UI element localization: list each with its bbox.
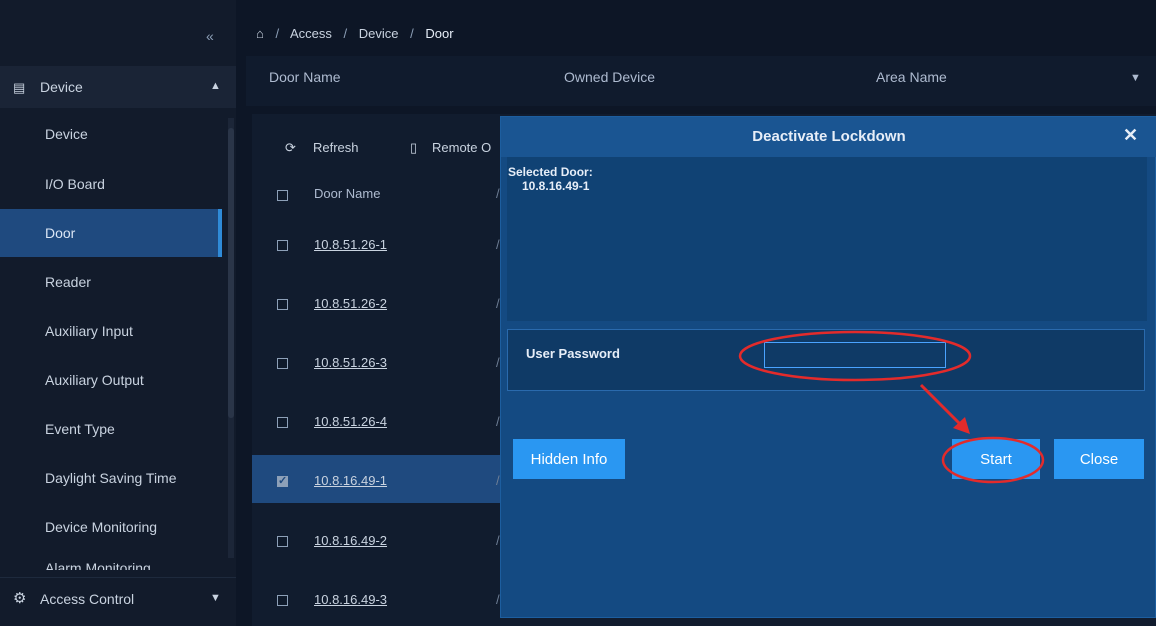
- sidebar-item-device[interactable]: Device: [0, 110, 222, 158]
- sidebar-item-alarm-monitoring[interactable]: Alarm Monitoring: [45, 560, 151, 570]
- home-icon[interactable]: ⌂: [256, 26, 264, 41]
- selected-door-panel: [507, 157, 1147, 321]
- sidebar-footer-label: Access Control: [40, 591, 135, 607]
- sidebar-item-auxiliary-output[interactable]: Auxiliary Output: [0, 356, 222, 404]
- sidebar-group-label: Device: [40, 79, 83, 95]
- row-checkbox[interactable]: [277, 358, 288, 369]
- row-checkbox[interactable]: [277, 299, 288, 310]
- door-name-link[interactable]: 10.8.16.49-2: [314, 533, 387, 548]
- selected-door-value: 10.8.16.49-1: [522, 179, 590, 193]
- sidebar-item-event-type[interactable]: Event Type: [0, 405, 222, 453]
- dialog-title: Deactivate Lockdown: [752, 128, 906, 145]
- filter-door-name[interactable]: Door Name: [269, 69, 341, 85]
- sidebar: « ▤ Device ▲ Device I/O Board Door Reade…: [0, 0, 236, 626]
- filter-area-name[interactable]: Area Name: [876, 69, 947, 85]
- sidebar-item-reader[interactable]: Reader: [0, 258, 222, 306]
- breadcrumb-separator: /: [275, 26, 280, 41]
- user-password-input[interactable]: [764, 342, 946, 368]
- filter-bar: Door Name Owned Device Area Name ▼: [246, 56, 1156, 106]
- start-button[interactable]: Start: [952, 439, 1040, 479]
- select-all-checkbox[interactable]: [277, 190, 288, 201]
- sidebar-group-access-control[interactable]: ⚙ Access Control ▼: [0, 577, 236, 622]
- remote-open-button[interactable]: Remote O: [432, 140, 491, 155]
- breadcrumb-separator: /: [410, 26, 414, 41]
- filter-owned-device[interactable]: Owned Device: [564, 69, 655, 85]
- breadcrumb-door: Door: [425, 26, 454, 41]
- device-icon: ▤: [13, 80, 26, 95]
- sidebar-item-auxiliary-input[interactable]: Auxiliary Input: [0, 307, 222, 355]
- deactivate-lockdown-dialog: Deactivate Lockdown ✕ Selected Door: 10.…: [500, 116, 1156, 618]
- column-header-door-name[interactable]: Door Name: [314, 186, 380, 201]
- door-name-link[interactable]: 10.8.16.49-1: [314, 473, 387, 488]
- row-checkbox-checked[interactable]: [277, 474, 288, 487]
- sidebar-item-daylight-saving-time[interactable]: Daylight Saving Time: [0, 454, 222, 502]
- remote-open-icon[interactable]: ▯: [410, 140, 417, 156]
- door-name-link[interactable]: 10.8.51.26-2: [314, 296, 387, 311]
- sidebar-item-device-monitoring[interactable]: Device Monitoring: [0, 503, 222, 551]
- breadcrumb-separator: /: [343, 26, 348, 41]
- row-checkbox[interactable]: [277, 536, 288, 547]
- sidebar-group-device[interactable]: ▤ Device ▲: [0, 66, 236, 108]
- door-name-link[interactable]: 10.8.16.49-3: [314, 592, 387, 607]
- user-password-label: User Password: [526, 346, 620, 361]
- door-name-link[interactable]: 10.8.51.26-3: [314, 355, 387, 370]
- gear-icon: ⚙: [13, 590, 27, 607]
- selected-door-label: Selected Door:: [508, 165, 593, 179]
- door-name-link[interactable]: 10.8.51.26-4: [314, 414, 387, 429]
- hidden-info-button[interactable]: Hidden Info: [513, 439, 625, 479]
- chevron-down-icon: ▼: [210, 592, 221, 604]
- filter-expand-icon[interactable]: ▼: [1130, 72, 1141, 84]
- chevron-up-icon: ▲: [210, 80, 221, 92]
- breadcrumb-access[interactable]: Access: [290, 26, 332, 41]
- refresh-icon[interactable]: ⟳: [285, 140, 296, 156]
- refresh-button[interactable]: Refresh: [313, 140, 359, 155]
- row-checkbox[interactable]: [277, 595, 288, 606]
- sidebar-item-door[interactable]: Door: [0, 209, 222, 257]
- collapse-sidebar-icon[interactable]: «: [206, 28, 214, 44]
- dialog-title-bar: Deactivate Lockdown ✕: [501, 117, 1156, 157]
- row-checkbox[interactable]: [277, 417, 288, 428]
- door-name-link[interactable]: 10.8.51.26-1: [314, 237, 387, 252]
- sidebar-item-io-board[interactable]: I/O Board: [0, 160, 222, 208]
- breadcrumb-device[interactable]: Device: [359, 26, 399, 41]
- close-icon[interactable]: ✕: [1123, 125, 1138, 146]
- row-checkbox[interactable]: [277, 240, 288, 251]
- close-button[interactable]: Close: [1054, 439, 1144, 479]
- sidebar-scrollbar-thumb[interactable]: [228, 128, 234, 418]
- breadcrumb: ⌂ / Access / Device / Door: [256, 26, 462, 41]
